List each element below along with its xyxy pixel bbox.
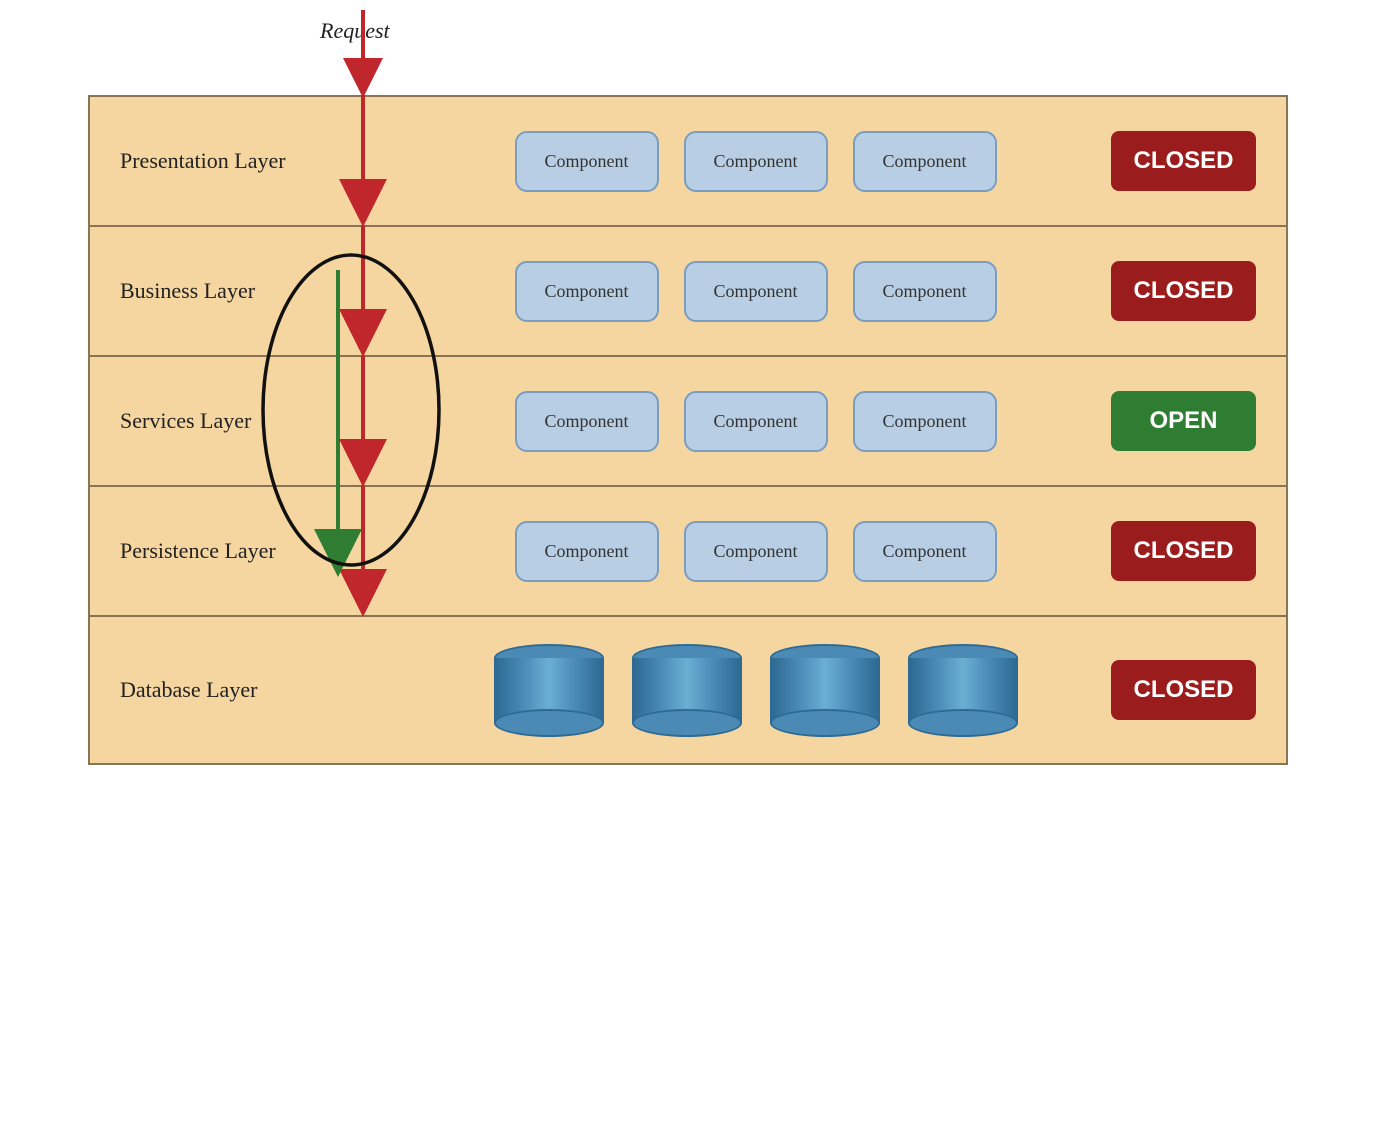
layer-container: Presentation Layer Component Component C…	[88, 95, 1288, 1138]
component-box: Component	[853, 261, 997, 322]
component-box: Component	[684, 131, 828, 192]
component-box: Component	[515, 521, 659, 582]
services-status: OPEN	[1111, 391, 1256, 451]
database-label: Database Layer	[120, 677, 340, 703]
db-cylinder	[627, 644, 747, 737]
business-layer: Business Layer Component Component Compo…	[88, 225, 1288, 355]
presentation-label: Presentation Layer	[120, 148, 340, 174]
component-box: Component	[853, 391, 997, 452]
business-status: CLOSED	[1111, 261, 1256, 321]
component-box: Component	[684, 521, 828, 582]
component-box: Component	[515, 131, 659, 192]
component-box: Component	[515, 261, 659, 322]
business-label: Business Layer	[120, 278, 340, 304]
db-cylinder	[903, 644, 1023, 737]
services-label: Services Layer	[120, 408, 340, 434]
services-layer: Services Layer Component Component Compo…	[88, 355, 1288, 485]
component-box: Component	[853, 521, 997, 582]
presentation-status: CLOSED	[1111, 131, 1256, 191]
component-box: Component	[684, 391, 828, 452]
persistence-layer: Persistence Layer Component Component Co…	[88, 485, 1288, 615]
component-box: Component	[853, 131, 997, 192]
persistence-status: CLOSED	[1111, 521, 1256, 581]
presentation-layer: Presentation Layer Component Component C…	[88, 95, 1288, 225]
db-cylinder	[765, 644, 885, 737]
persistence-label: Persistence Layer	[120, 538, 340, 564]
database-layer: Database Layer	[88, 615, 1288, 765]
database-status: CLOSED	[1111, 660, 1256, 720]
db-cylinder	[489, 644, 609, 737]
component-box: Component	[515, 391, 659, 452]
component-box: Component	[684, 261, 828, 322]
